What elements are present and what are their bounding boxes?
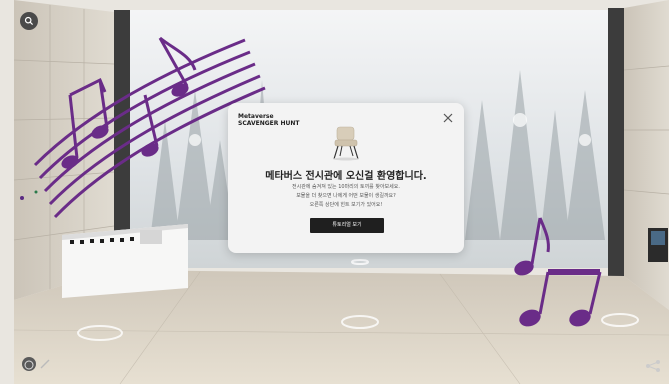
navigation-control-button[interactable]: [22, 357, 36, 371]
desk-lockers: [140, 230, 162, 244]
close-button[interactable]: [441, 110, 455, 124]
kiosk-screen: [651, 231, 665, 245]
right-pillar: [608, 8, 624, 276]
tutorial-button[interactable]: 튜토리얼 보기: [310, 218, 384, 233]
right-wall: [624, 0, 669, 310]
brand-logo: Metaverse SCAVENGER HUNT: [238, 113, 299, 127]
share-icon: [646, 360, 660, 372]
welcome-modal: Metaverse SCAVENGER HUNT 메타버스 전시관에 오신걸 환…: [228, 103, 464, 253]
chair-illustration: [328, 123, 364, 161]
map-pin-icon: [24, 16, 34, 26]
map-button[interactable]: [20, 12, 38, 30]
measure-button[interactable]: [40, 359, 50, 369]
chair-icon: [333, 126, 359, 161]
modal-title: 메타버스 전시관에 오신걸 환영합니다.: [265, 171, 427, 182]
pencil-icon: [40, 359, 50, 369]
brand-line-2: SCAVENGER HUNT: [238, 120, 300, 127]
virtual-gallery-viewer[interactable]: Metaverse SCAVENGER HUNT 메타버스 전시관에 오신걸 환…: [0, 0, 669, 384]
brand-line-1: Metaverse: [238, 113, 274, 120]
modal-body-line-1: 전시관에 숨겨져 있는 10마리의 토끼를 찾아보세요.: [292, 184, 400, 190]
modal-body-line-2: 보물을 더 찾으면 나에게 어떤 보물이 생길까요?: [296, 193, 396, 199]
close-icon: [443, 113, 453, 123]
modal-body-line-3: 오른쪽 상단에 힌트 보기가 있어요!: [309, 202, 383, 208]
share-button[interactable]: [642, 358, 666, 374]
compass-icon: [24, 360, 34, 370]
